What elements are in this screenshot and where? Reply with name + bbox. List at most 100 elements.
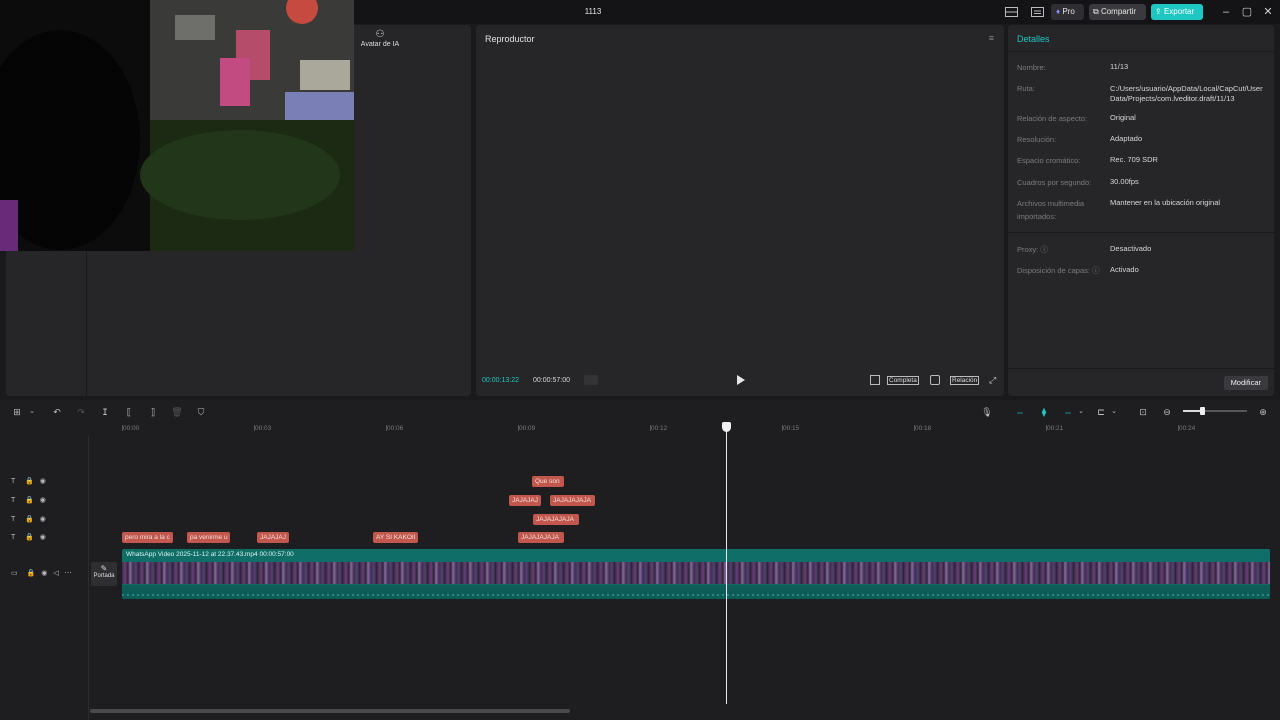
text-track-icon: T <box>11 516 16 523</box>
menu-icon[interactable]: ≡ <box>989 33 994 43</box>
maximize-icon[interactable]: ▢ <box>1240 5 1254 19</box>
lock-icon[interactable]: 🔒 <box>27 570 36 577</box>
tick-mark <box>518 425 519 431</box>
audio-icon[interactable]: ◁ <box>53 570 58 577</box>
zoom-in-icon[interactable]: ⊕ <box>1257 406 1269 418</box>
info-icon[interactable]: ⓘ <box>1040 245 1048 254</box>
ratio-button[interactable]: Relación <box>950 376 980 385</box>
delete-icon[interactable]: 🗑 <box>171 406 183 418</box>
ai-avatar-button[interactable]: ⚇ Avatar de IA <box>358 29 402 48</box>
divider <box>1008 232 1274 233</box>
grid-icon[interactable] <box>584 375 598 385</box>
share-button[interactable]: ⧉ Compartir <box>1089 4 1146 20</box>
player-title: Reproductor <box>485 34 535 44</box>
magnet-icon[interactable]: ⧫ <box>1038 406 1050 418</box>
text-track-controls: T 🔒 ◉ <box>11 496 46 504</box>
text-clip[interactable]: JAJAJAJAJA <box>533 514 579 525</box>
play-icon[interactable] <box>736 375 745 387</box>
tick-mark <box>1178 425 1179 431</box>
eye-icon[interactable]: ◉ <box>40 497 46 504</box>
share-icon: ⧉ <box>1093 7 1099 16</box>
text-clip[interactable]: pero mira a la c <box>122 532 173 543</box>
screenshot-icon[interactable] <box>930 375 940 385</box>
detail-value-fps: 30.00fps <box>1110 177 1139 186</box>
text-clip[interactable]: JAJAJAJAJA <box>550 495 595 506</box>
detail-value-name: 11/13 <box>1110 62 1129 71</box>
tick-mark <box>650 425 651 431</box>
chevron-down-icon[interactable]: ⌄ <box>1075 406 1087 418</box>
detail-value-proxy: Desactivado <box>1110 244 1152 253</box>
cover-button[interactable]: ✎ Portada <box>91 562 117 586</box>
tick-mark <box>122 425 123 431</box>
pro-button[interactable]: ♦ Pro <box>1051 4 1084 20</box>
export-button[interactable]: ⇪ Exportar <box>1151 4 1203 20</box>
video-clip[interactable]: WhatsApp Video 2025-11-12 at 22.37.43.mp… <box>122 549 1270 599</box>
redo-icon[interactable]: ↷ <box>75 406 87 418</box>
layout-select-icon[interactable]: ⊞ <box>11 406 23 418</box>
text-clip[interactable]: JAJAJAJAJA <box>518 532 564 543</box>
eye-icon[interactable]: ◉ <box>41 570 47 577</box>
enhance-icon[interactable] <box>870 375 880 385</box>
minimize-icon[interactable]: – <box>1219 5 1233 19</box>
chevron-down-icon[interactable]: ⌄ <box>1108 406 1120 418</box>
zoom-slider-handle[interactable] <box>1200 407 1205 415</box>
tick-label: 00:24 <box>1179 425 1196 432</box>
zoom-out-icon[interactable]: ⊖ <box>1161 406 1173 418</box>
lock-icon[interactable]: 🔒 <box>25 478 34 485</box>
text-clip[interactable]: Que son <box>532 476 564 487</box>
snap-icon[interactable]: ⇔ <box>1062 406 1074 418</box>
trim-left-icon[interactable]: ⟦ <box>123 406 135 418</box>
split-icon[interactable]: ⵊ <box>99 406 111 418</box>
trim-right-icon[interactable]: ⟧ <box>147 406 159 418</box>
track-header-divider <box>88 436 89 720</box>
tick-label: 00:03 <box>255 425 272 432</box>
playhead-handle[interactable] <box>722 422 731 432</box>
lock-icon[interactable]: 🔒 <box>25 497 34 504</box>
timeline-scrollbar[interactable] <box>90 709 570 713</box>
full-quality-button[interactable]: Completa <box>887 376 919 385</box>
microphone-icon[interactable]: 🎙 <box>981 406 993 418</box>
chevron-down-icon[interactable]: ⌄ <box>26 406 38 418</box>
detail-value-colorspace: Rec. 709 SDR <box>1110 155 1158 164</box>
detail-value-aspect: Original <box>1110 113 1136 122</box>
eye-icon[interactable]: ◉ <box>40 534 46 541</box>
zoom-slider[interactable] <box>1183 407 1247 415</box>
detail-label-resolution: Resolución: <box>1017 135 1057 144</box>
layout-icon[interactable] <box>1005 4 1019 20</box>
text-track-controls: T 🔒 ◉ <box>11 533 46 541</box>
preview-axis-icon[interactable]: ⊏ <box>1095 406 1107 418</box>
time-ruler[interactable]: 00:00 00:03 00:06 00:09 00:12 00:15 00:1… <box>122 422 1280 436</box>
more-icon[interactable]: ⋯ <box>65 570 72 577</box>
text-clip[interactable]: JAJAJAJ <box>257 532 289 543</box>
detail-label-aspect: Relación de aspecto: <box>1017 114 1088 123</box>
detail-value-resolution: Adaptado <box>1110 134 1143 143</box>
tick-mark <box>386 425 387 431</box>
detail-label-name: Nombre: <box>1017 63 1046 72</box>
details-panel: Detalles Nombre: 11/13 Ruta: C:/Users/us… <box>1008 25 1274 396</box>
detail-label-proxy: Proxy: ⓘ <box>1017 245 1048 254</box>
tick-label: 00:18 <box>915 425 932 432</box>
lock-icon[interactable]: 🔒 <box>25 516 34 523</box>
fullscreen-icon[interactable]: ⤢ <box>989 375 996 386</box>
caption-icon[interactable]: ⊡ <box>1137 406 1149 418</box>
detail-value-media: Mantener en la ubicación original <box>1110 198 1221 207</box>
modify-button[interactable]: Modificar <box>1223 376 1268 390</box>
tick-label: 00:09 <box>519 425 536 432</box>
info-icon[interactable]: ⓘ <box>1092 266 1100 275</box>
tick-mark <box>254 425 255 431</box>
player-canvas[interactable] <box>476 51 1004 371</box>
undo-icon[interactable]: ↶ <box>51 406 63 418</box>
text-clip[interactable]: pa venirme u <box>187 532 230 543</box>
marker-icon[interactable]: ⛉ <box>195 406 207 418</box>
eye-icon[interactable]: ◉ <box>40 516 46 523</box>
detail-value-layers: Activado <box>1110 265 1139 274</box>
keyboard-icon[interactable] <box>1031 4 1045 20</box>
link-icon[interactable]: ⇔ <box>1014 406 1026 418</box>
close-icon[interactable]: ✕ <box>1261 5 1275 19</box>
lock-icon[interactable]: 🔒 <box>25 534 34 541</box>
eye-icon[interactable]: ◉ <box>40 478 46 485</box>
text-track-icon: T <box>11 497 16 504</box>
text-clip[interactable]: AY SI KAKOII <box>373 532 418 543</box>
text-clip[interactable]: JAJAJAJ <box>509 495 541 506</box>
diamond-icon: ♦ <box>1056 7 1061 16</box>
